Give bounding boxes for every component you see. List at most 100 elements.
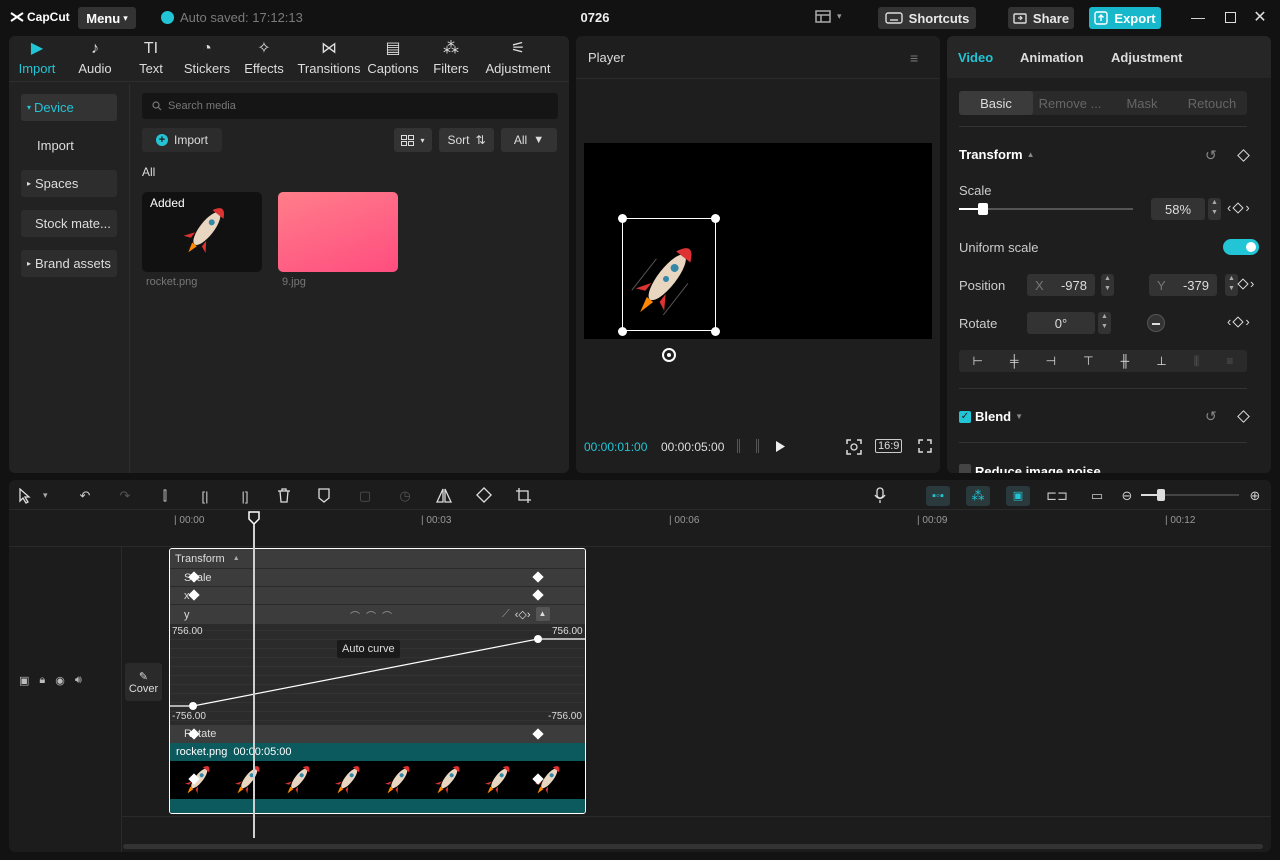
filter-button[interactable]: All ▼	[501, 128, 557, 152]
scale-slider[interactable]	[959, 203, 1133, 215]
delete-icon[interactable]	[277, 488, 291, 503]
import-button[interactable]: + Import	[142, 128, 222, 152]
split-right-icon[interactable]: |]	[235, 486, 255, 506]
rotate-stepper[interactable]: ▲ ▼	[1098, 312, 1111, 334]
tool-text[interactable]: TI Text	[122, 40, 180, 80]
subtab-remove[interactable]: Remove ...	[1033, 91, 1107, 115]
play-icon[interactable]	[775, 440, 786, 453]
video-canvas[interactable]	[584, 143, 932, 339]
fullscreen-icon[interactable]	[918, 439, 932, 453]
ease-out-icon[interactable]: ⌒	[366, 608, 376, 623]
ease-in-icon[interactable]: ⌒	[350, 608, 360, 623]
reset-icon[interactable]: ↺	[1205, 408, 1217, 425]
reduce-noise-checkbox[interactable]	[959, 464, 971, 473]
aspect-ratio-button[interactable]: 16:9	[875, 439, 903, 453]
view-mode-button[interactable]: ▾	[394, 128, 432, 152]
align-center-v-icon[interactable]: ╫	[1121, 354, 1130, 368]
chevron-down-icon[interactable]: ▾	[43, 490, 48, 501]
align-center-h-icon[interactable]: ╪	[1010, 354, 1019, 368]
preview-axis-icon[interactable]: ⊏⊐	[1046, 486, 1068, 506]
resize-handle[interactable]	[618, 327, 627, 336]
lock-icon[interactable]: 🔒︎	[39, 674, 45, 687]
rotate-keyframe-nav[interactable]: ‹ ›	[1227, 314, 1250, 329]
tool-captions[interactable]: ▤ Captions	[364, 40, 422, 80]
align-right-icon[interactable]: ⊣	[1046, 354, 1056, 368]
subtab-basic[interactable]: Basic	[959, 91, 1033, 115]
graph-icon[interactable]: ⟋	[502, 608, 510, 621]
playhead-icon[interactable]	[248, 511, 260, 525]
thumbnail-icon[interactable]: ▭	[1087, 486, 1107, 506]
track-type-icon[interactable]: ▣	[19, 674, 29, 687]
sidebar-item-stock[interactable]: Stock mate...	[21, 210, 117, 237]
keyframe-nav-icon[interactable]: ‹◇›	[515, 608, 531, 621]
align-bottom-icon[interactable]: ⊥	[1156, 354, 1166, 368]
zoom-in-icon[interactable]: ⊕	[1245, 486, 1265, 506]
split-left-icon[interactable]: [|	[195, 486, 215, 506]
minimize-icon[interactable]: —	[1190, 9, 1206, 25]
export-button[interactable]: Export	[1089, 7, 1161, 29]
mirror-icon[interactable]	[436, 488, 452, 503]
scale-stepper[interactable]: ▲ ▼	[1208, 198, 1221, 220]
blend-checkbox[interactable]: ✓	[959, 410, 971, 423]
rotate-input[interactable]: 0°	[1027, 312, 1095, 334]
tool-filters[interactable]: ⁂ Filters	[422, 40, 480, 80]
close-icon[interactable]: ✕	[1252, 9, 1268, 26]
split-icon[interactable]: ⫿	[155, 486, 175, 506]
reset-icon[interactable]: ↺	[1205, 147, 1217, 164]
eye-icon[interactable]: ◉	[55, 674, 65, 687]
curve-controls[interactable]: ⟋ ‹◇› ▲	[502, 607, 550, 621]
sidebar-item-device[interactable]: ▾ Device	[21, 94, 117, 121]
tool-transitions[interactable]: ⋈ Transitions	[294, 40, 364, 80]
shortcuts-button[interactable]: Shortcuts	[878, 7, 976, 29]
tool-stickers[interactable]: ◔ Stickers	[177, 40, 237, 80]
auto-snap-icon[interactable]: ⁂	[966, 486, 990, 506]
scale-input[interactable]: 58%	[1151, 198, 1205, 220]
main-track-magnet-icon[interactable]: ▪◦▪	[926, 486, 950, 506]
search-input[interactable]: Search media	[142, 93, 558, 119]
resize-handle[interactable]	[711, 327, 720, 336]
position-x-stepper[interactable]: ▲ ▼	[1101, 274, 1114, 296]
rotate-handle-icon[interactable]	[662, 348, 676, 362]
microphone-icon[interactable]	[874, 487, 886, 504]
sidebar-item-spaces[interactable]: ▸ Spaces	[21, 170, 117, 197]
keyframe-icon[interactable]	[1232, 315, 1245, 328]
reduce-noise-header[interactable]: Reduce image noise	[959, 464, 1101, 473]
tab-animation[interactable]: Animation	[1020, 50, 1084, 65]
timeline-view-icon[interactable]	[737, 439, 759, 453]
tool-audio[interactable]: ♪ Audio	[67, 40, 123, 80]
transform-section-header[interactable]: Transform ▲	[959, 147, 1035, 162]
cover-button[interactable]: ✎ Cover	[125, 663, 162, 701]
uniform-scale-toggle[interactable]	[1223, 239, 1259, 255]
x-track[interactable]: x	[170, 586, 585, 604]
maximize-icon[interactable]	[1222, 9, 1238, 25]
rotate-tool-icon[interactable]	[476, 487, 492, 503]
linkage-icon[interactable]: ▣	[1006, 486, 1030, 506]
tool-adjustment[interactable]: ⚟ Adjustment	[479, 40, 557, 80]
transform-group-header[interactable]: Transform ▲	[170, 549, 585, 568]
rotate-dial-icon[interactable]	[1147, 314, 1165, 332]
resize-handle[interactable]	[711, 214, 720, 223]
position-y-stepper[interactable]: ▲ ▼	[1225, 274, 1238, 296]
clip-keyframe-editor[interactable]: Transform▲ Scale x y ⌒⌒⌒ ⟋‹◇› ▲ 756.00 7…	[169, 548, 586, 814]
resize-handle[interactable]	[618, 214, 627, 223]
undo-icon[interactable]: ↶	[75, 486, 95, 506]
tool-effects[interactable]: ✧ Effects	[235, 40, 293, 80]
sort-button[interactable]: Sort ⇅	[439, 128, 494, 152]
keyframe-icon[interactable]	[1237, 149, 1250, 162]
tab-adjustment[interactable]: Adjustment	[1111, 50, 1183, 65]
scale-keyframe-nav[interactable]: ‹ ›	[1227, 200, 1250, 215]
tab-video[interactable]: Video	[958, 50, 993, 65]
position-y-input[interactable]: Y -379	[1149, 274, 1217, 296]
media-item-9jpg[interactable]	[278, 192, 398, 272]
collapse-icon[interactable]: ▲	[535, 607, 550, 621]
volume-icon[interactable]: 🔊︎	[75, 674, 82, 687]
keyframe-icon[interactable]	[1237, 277, 1249, 290]
crop-icon[interactable]	[516, 488, 531, 503]
align-left-icon[interactable]: ⊢	[973, 354, 983, 368]
blend-section-header[interactable]: ✓ Blend ▼	[959, 409, 1023, 424]
subtab-mask[interactable]: Mask	[1107, 91, 1177, 115]
select-tool-icon[interactable]	[18, 488, 32, 504]
selection-box[interactable]	[622, 218, 716, 331]
media-item-rocket[interactable]: Added	[142, 192, 262, 272]
horizontal-scrollbar[interactable]	[123, 844, 1263, 849]
